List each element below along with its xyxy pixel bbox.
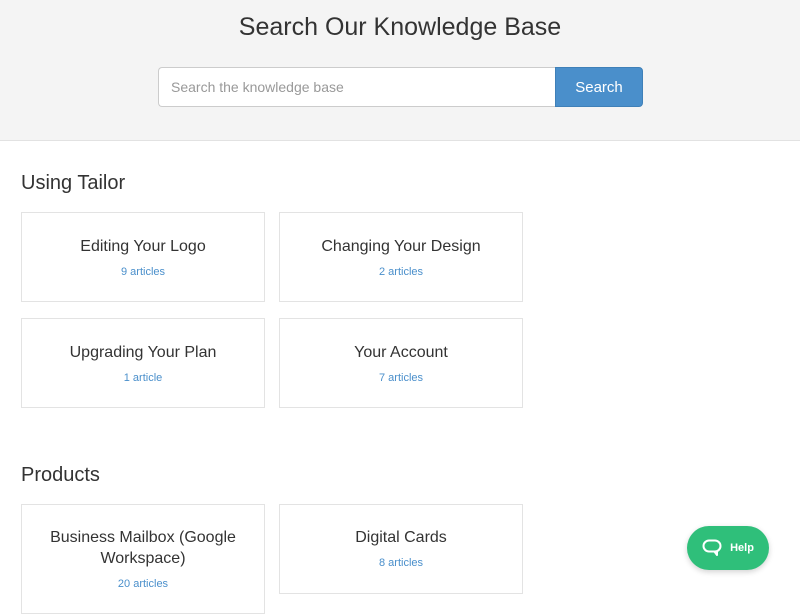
article-count-link[interactable]: 2 articles — [280, 266, 522, 278]
search-form: Search — [158, 67, 643, 107]
category-card-changing-your-design[interactable]: Changing Your Design 2 articles — [279, 212, 523, 302]
section-title-using-tailor: Using Tailor — [21, 172, 126, 194]
section-title-products: Products — [21, 464, 100, 486]
category-card-business-mailbox[interactable]: Business Mailbox (Google Workspace) 20 a… — [21, 504, 265, 614]
page-title: Search Our Knowledge Base — [238, 13, 562, 41]
article-count-link[interactable]: 7 articles — [280, 372, 522, 384]
card-title: Upgrading Your Plan — [69, 344, 217, 361]
category-card-upgrading-your-plan[interactable]: Upgrading Your Plan 1 article — [21, 318, 265, 408]
search-button[interactable]: Search — [555, 67, 643, 107]
card-title: Digital Cards — [355, 529, 447, 546]
help-label: Help — [730, 542, 754, 554]
card-title: Changing Your Design — [321, 238, 481, 255]
article-count-link[interactable]: 8 articles — [280, 557, 522, 569]
search-input[interactable] — [158, 67, 555, 107]
card-title: Your Account — [354, 344, 448, 361]
article-count-link[interactable]: 20 articles — [22, 578, 264, 590]
article-count-link[interactable]: 9 articles — [22, 266, 264, 278]
card-title: Business Mailbox (Google Workspace) — [50, 529, 236, 567]
card-title: Editing Your Logo — [80, 238, 206, 255]
hero-banner: Search Our Knowledge Base Search — [0, 0, 800, 141]
category-card-editing-your-logo[interactable]: Editing Your Logo 9 articles — [21, 212, 265, 302]
category-card-digital-cards[interactable]: Digital Cards 8 articles — [279, 504, 523, 594]
help-widget-button[interactable]: Help — [687, 526, 769, 570]
article-count-link[interactable]: 1 article — [22, 372, 264, 384]
category-card-your-account[interactable]: Your Account 7 articles — [279, 318, 523, 408]
chat-bubble-icon — [702, 539, 722, 557]
